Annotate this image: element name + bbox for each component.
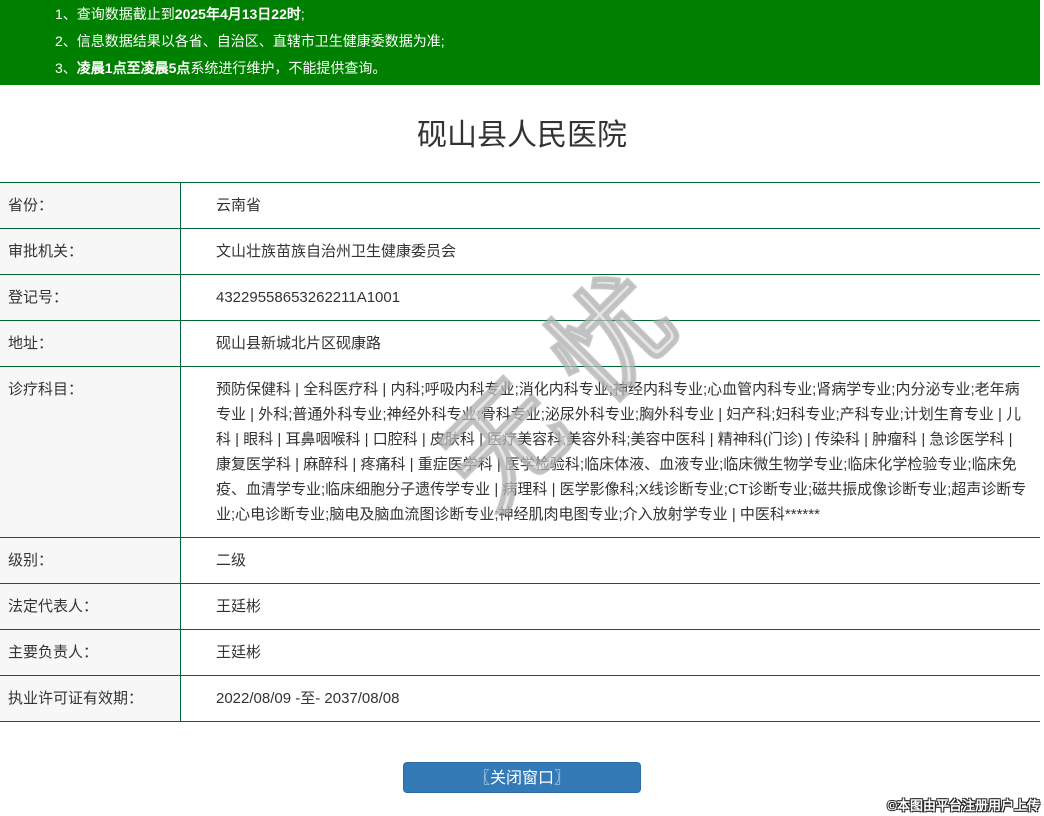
table-row-legal-representative: 法定代表人： 王廷彬 [0, 584, 1040, 630]
row-value: 云南省 [181, 183, 1040, 228]
row-label: 登记号： [0, 275, 181, 320]
row-value: 王廷彬 [181, 584, 1040, 629]
notice-number: 1、 [55, 6, 77, 22]
table-row-registration-number: 登记号： 43229558653262211A1001 [0, 275, 1040, 321]
notice-text: 查询数据截止到 [77, 6, 175, 22]
notice-number: 3、 [55, 60, 77, 76]
table-row-approval-authority: 审批机关： 文山壮族苗族自治州卫生健康委员会 [0, 229, 1040, 275]
notice-line-2: 2、信息数据结果以各省、自治区、直辖市卫生健康委数据为准; [0, 28, 1040, 55]
row-label: 地址： [0, 321, 181, 366]
table-row-address: 地址： 砚山县新城北片区砚康路 [0, 321, 1040, 367]
row-value: 二级 [181, 538, 1040, 583]
notice-line-1: 1、查询数据截止到2025年4月13日22时; [0, 1, 1040, 28]
row-value: 43229558653262211A1001 [181, 275, 1040, 320]
row-label: 主要负责人： [0, 630, 181, 675]
row-label: 审批机关： [0, 229, 181, 274]
page-title: 砚山县人民医院 [0, 114, 1044, 158]
row-label: 省份： [0, 183, 181, 228]
table-row-departments: 诊疗科目： 预防保健科 | 全科医疗科 | 内科;呼吸内科专业;消化内科专业;神… [0, 367, 1040, 538]
row-label: 级别： [0, 538, 181, 583]
row-label: 法定代表人： [0, 584, 181, 629]
row-value: 文山壮族苗族自治州卫生健康委员会 [181, 229, 1040, 274]
notice-line-3: 3、凌晨1点至凌晨5点系统进行维护，不能提供查询。 [0, 55, 1040, 82]
row-value: 2022/08/09 -至- 2037/08/08 [181, 676, 1040, 721]
notice-banner: 1、查询数据截止到2025年4月13日22时; 2、信息数据结果以各省、自治区、… [0, 0, 1040, 85]
close-window-button[interactable]: 〖关闭窗口〗 [403, 762, 641, 793]
notice-number: 2、 [55, 33, 77, 49]
hospital-info-table: 省份： 云南省 审批机关： 文山壮族苗族自治州卫生健康委员会 登记号： 4322… [0, 182, 1040, 722]
table-row-province: 省份： 云南省 [0, 183, 1040, 229]
table-row-license-validity: 执业许可证有效期： 2022/08/09 -至- 2037/08/08 [0, 676, 1040, 722]
row-value: 砚山县新城北片区砚康路 [181, 321, 1040, 366]
notice-bold-text: 凌晨1点至凌晨5点 [77, 60, 191, 76]
row-label: 执业许可证有效期： [0, 676, 181, 721]
notice-bold-text: 2025年4月13日22时 [175, 6, 301, 22]
table-row-principal: 主要负责人： 王廷彬 [0, 630, 1040, 676]
row-value: 王廷彬 [181, 630, 1040, 675]
notice-text: ; [301, 6, 305, 22]
notice-text: 信息数据结果以各省、自治区、直辖市卫生健康委数据为准; [77, 33, 445, 49]
row-value: 预防保健科 | 全科医疗科 | 内科;呼吸内科专业;消化内科专业;神经内科专业;… [181, 367, 1040, 537]
notice-text: 系统进行维护，不能提供查询。 [190, 60, 386, 76]
table-row-level: 级别： 二级 [0, 538, 1040, 584]
hospital-info-page: 1、查询数据截止到2025年4月13日22时; 2、信息数据结果以各省、自治区、… [0, 0, 1044, 816]
row-label: 诊疗科目： [0, 367, 181, 537]
copyright-overlay: ©本图由平台注册用户上传 [887, 795, 1040, 814]
